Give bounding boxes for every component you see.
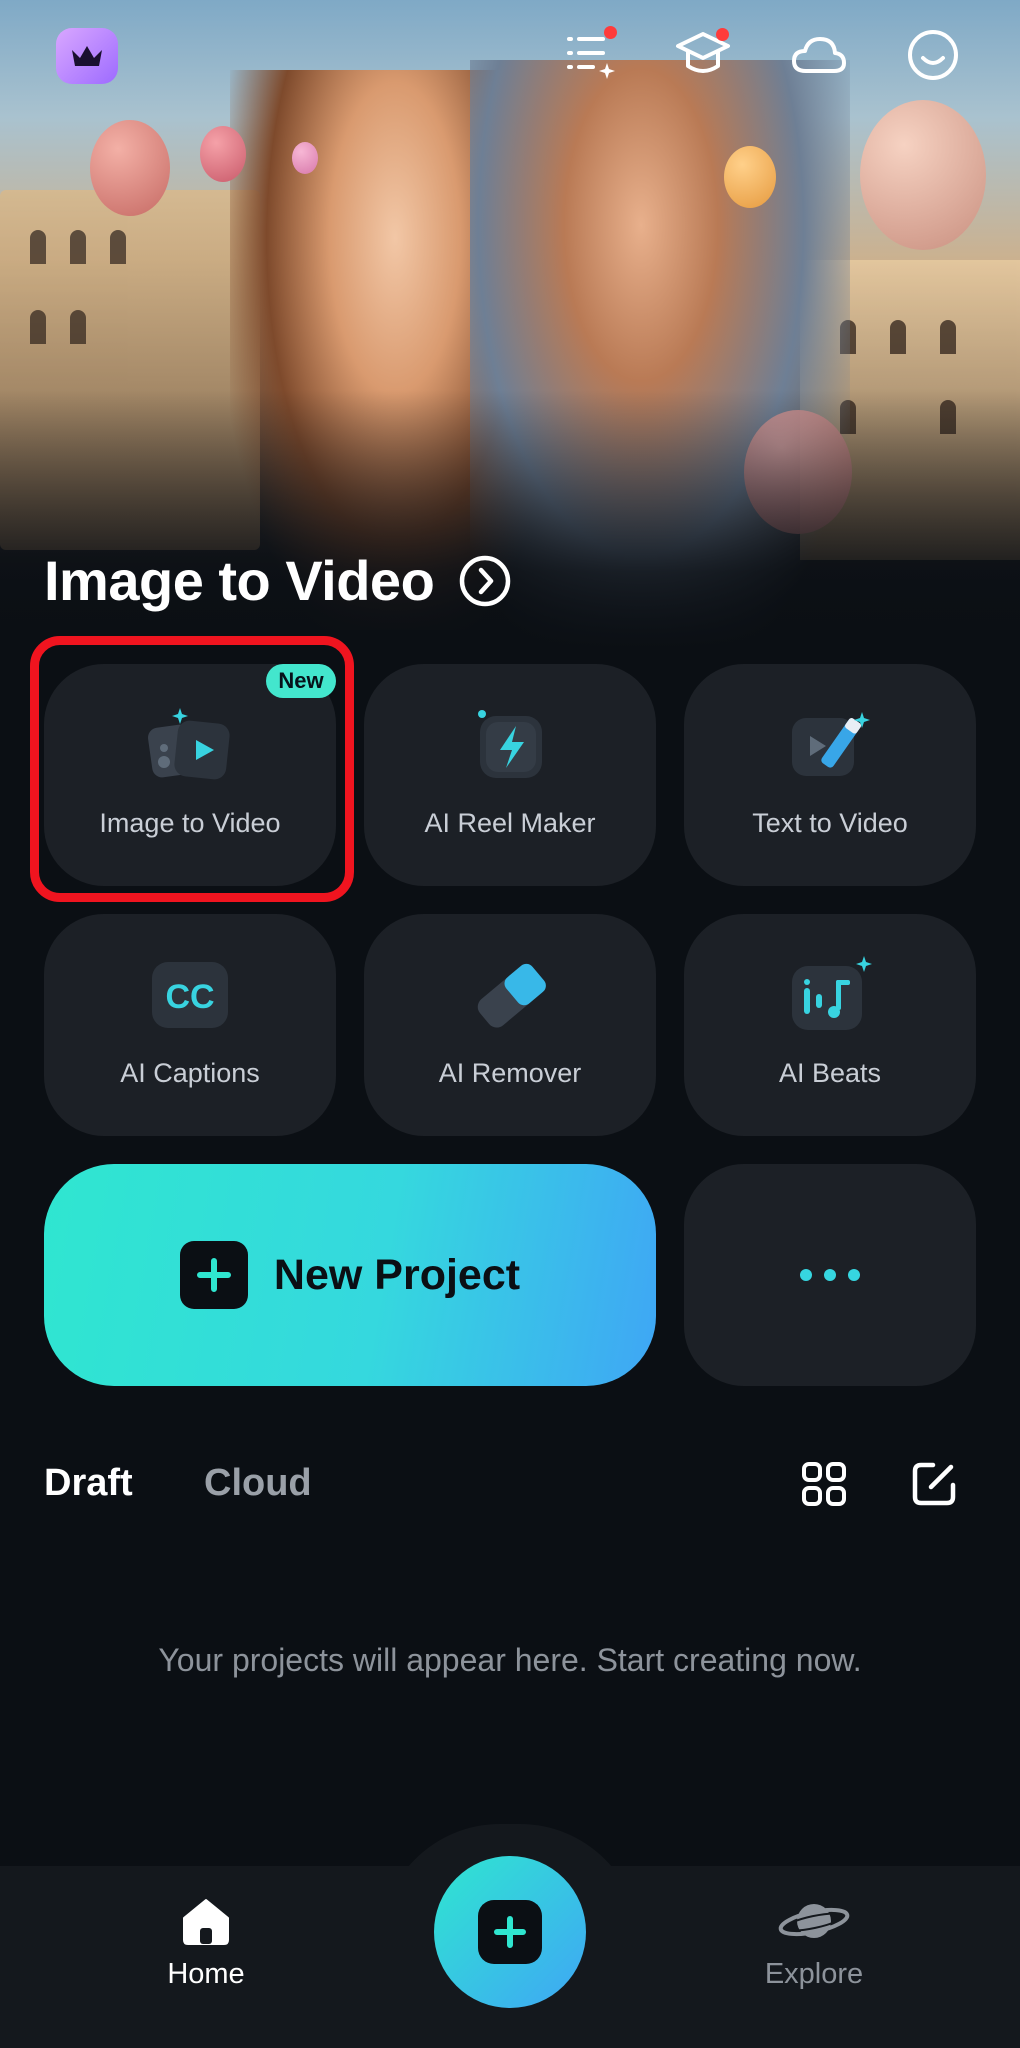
learn-button[interactable] bbox=[672, 24, 734, 86]
new-project-label: New Project bbox=[273, 1250, 521, 1299]
nav-home-label: Home bbox=[167, 1958, 245, 1990]
plus-icon bbox=[179, 1241, 248, 1309]
tool-label: AI Reel Maker bbox=[424, 808, 596, 838]
nav-explore-label: Explore bbox=[764, 1958, 864, 1990]
arrow-circle-right-icon bbox=[460, 555, 511, 606]
svg-text:CC: CC bbox=[165, 978, 214, 1016]
cc-icon: CC bbox=[142, 952, 238, 1038]
tool-ai-captions[interactable]: CC AI Captions bbox=[44, 914, 336, 1136]
tool-label: AI Beats bbox=[778, 1058, 882, 1088]
tool-label: AI Remover bbox=[438, 1058, 582, 1088]
tool-text-to-video[interactable]: Text to Video bbox=[684, 664, 976, 886]
balloon bbox=[200, 126, 246, 182]
edit-button[interactable] bbox=[906, 1456, 962, 1512]
plus-icon bbox=[478, 1900, 542, 1964]
premium-crown-button[interactable] bbox=[56, 28, 118, 84]
edit-icon bbox=[912, 1462, 956, 1506]
grid-icon bbox=[802, 1462, 846, 1506]
nav-explore[interactable]: Explore bbox=[714, 1894, 914, 1991]
more-dots-icon bbox=[800, 1269, 812, 1281]
tool-ai-reel-maker[interactable]: AI Reel Maker bbox=[364, 664, 656, 886]
empty-projects-message: Your projects will appear here. Start cr… bbox=[158, 1642, 862, 1678]
home-icon bbox=[183, 1899, 229, 1945]
new-project-button[interactable]: New Project bbox=[44, 1164, 656, 1386]
tab-draft[interactable]: Draft bbox=[44, 1462, 133, 1505]
tool-ai-beats[interactable]: AI Beats bbox=[684, 914, 976, 1136]
planet-icon bbox=[778, 1904, 850, 1938]
cloud-button[interactable] bbox=[788, 24, 850, 86]
balloon bbox=[90, 120, 170, 216]
profile-button[interactable] bbox=[902, 24, 964, 86]
nav-home[interactable]: Home bbox=[106, 1894, 306, 1991]
more-tools-button[interactable] bbox=[684, 1164, 976, 1386]
tool-label: Text to Video bbox=[752, 808, 908, 838]
balloon bbox=[724, 146, 776, 208]
tool-ai-remover[interactable]: AI Remover bbox=[364, 914, 656, 1136]
cloud-icon bbox=[792, 37, 846, 73]
tool-label: AI Captions bbox=[120, 1058, 260, 1088]
tab-cloud[interactable]: Cloud bbox=[204, 1462, 312, 1505]
music-icon bbox=[782, 952, 878, 1038]
hero-title-link[interactable]: Image to Video bbox=[44, 548, 512, 613]
new-badge: New bbox=[266, 664, 336, 698]
crown-icon bbox=[72, 46, 102, 66]
profile-icon bbox=[908, 30, 958, 80]
eraser-icon bbox=[462, 952, 558, 1038]
balloon bbox=[292, 142, 318, 174]
create-fab-button[interactable] bbox=[434, 1856, 586, 2008]
lightning-icon bbox=[462, 702, 558, 788]
tasks-button[interactable] bbox=[560, 24, 622, 86]
text-to-video-icon bbox=[782, 702, 878, 788]
hero-title: Image to Video bbox=[44, 549, 435, 612]
grid-view-button[interactable] bbox=[796, 1456, 852, 1512]
balloon bbox=[860, 100, 986, 250]
